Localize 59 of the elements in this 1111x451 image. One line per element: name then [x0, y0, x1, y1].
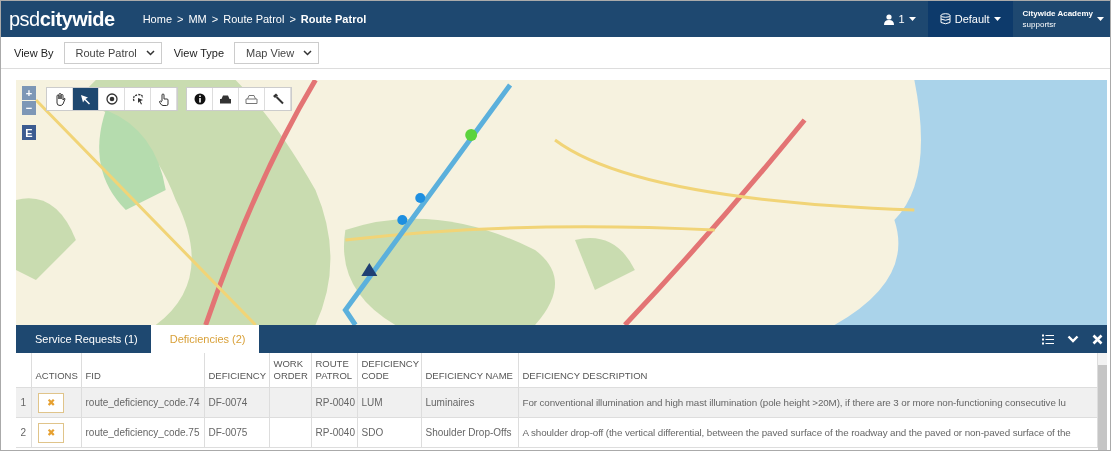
map-tool-button[interactable] [73, 88, 99, 110]
caret-icon [1097, 17, 1104, 21]
user-count-button[interactable]: 1 [870, 1, 928, 37]
hand-icon [53, 92, 66, 106]
table-cell: For conventional illumination and high mast illumination (pole height >20M), if there are 3 or more non-functioning consecutive lu [518, 387, 1098, 418]
logo[interactable]: psdcitywide [1, 7, 137, 31]
table-cell: DF-0075 [204, 417, 269, 448]
column-header: FID [81, 353, 204, 388]
chevron-down-icon[interactable] [1067, 335, 1079, 343]
breadcrumb-separator: > [211, 13, 219, 25]
table-cell: route_deficiency_code.74 [81, 387, 204, 418]
breadcrumb-separator: > [289, 13, 296, 25]
car-icon [245, 93, 258, 105]
chevron-down-icon [303, 49, 313, 56]
car-icon [219, 93, 232, 105]
table-cell: RP-0040 [311, 417, 357, 448]
touch-icon [158, 92, 169, 106]
table-cell: LUM [357, 387, 421, 418]
breadcrumb-link[interactable]: Route Patrol [223, 13, 285, 25]
caret-icon [993, 17, 1001, 21]
breadcrumb-link[interactable]: Home [142, 13, 172, 25]
account-button[interactable]: Citywide Academy supportsr [1012, 1, 1110, 37]
column-header: WORK ORDER [269, 353, 311, 388]
list-icon[interactable] [1042, 333, 1054, 345]
breadcrumb-link[interactable]: Route Patrol [300, 13, 367, 25]
column-header: ACTIONS [31, 353, 81, 388]
scrollbar[interactable] [1098, 353, 1107, 450]
panel-tab[interactable]: Service Requests (1) [16, 325, 151, 353]
breadcrumb-link[interactable]: MM [188, 13, 207, 25]
close-icon[interactable] [1092, 333, 1103, 345]
column-header: ROUTE PATROL [311, 353, 357, 388]
filter-label: View By [14, 46, 54, 59]
caret-icon [908, 17, 916, 21]
table-cell: SDO [357, 417, 421, 448]
column-header: DEFICIENCY CODE [357, 353, 421, 388]
table-cell: A shoulder drop-off (the vertical differential, between the paved surface of the roadway and the paved or non-paved surface of the [518, 417, 1098, 448]
filter-dropdown[interactable]: Map View [234, 41, 320, 64]
database-icon [939, 13, 951, 25]
column-header: DEFICIENCY DESCRIPTION [518, 353, 1098, 388]
table-cell: Shoulder Drop-Offs [421, 417, 518, 448]
info-icon [193, 93, 206, 105]
target-icon [105, 93, 118, 105]
chevron-down-icon [145, 49, 155, 56]
row-number: 2 [16, 417, 31, 448]
filter-label: View Type [173, 46, 225, 59]
filter-dropdown[interactable]: Route Patrol [63, 41, 162, 64]
edit-button[interactable]: E [22, 125, 36, 140]
database-button[interactable]: Default [927, 1, 1013, 37]
cursor-icon [80, 93, 91, 105]
table-cell: DF-0074 [204, 387, 269, 418]
column-header: DEFICIENCY NAME [421, 353, 518, 388]
breadcrumb-separator: > [177, 13, 184, 25]
column-header: DEFICIENCY [204, 353, 269, 388]
users-icon [882, 13, 895, 25]
row-number: 1 [16, 387, 31, 418]
hammer-icon [271, 93, 284, 105]
lasso-icon [131, 93, 144, 105]
table-cell: route_deficiency_code.75 [81, 417, 204, 448]
table-cell: Luminaires [421, 387, 518, 418]
